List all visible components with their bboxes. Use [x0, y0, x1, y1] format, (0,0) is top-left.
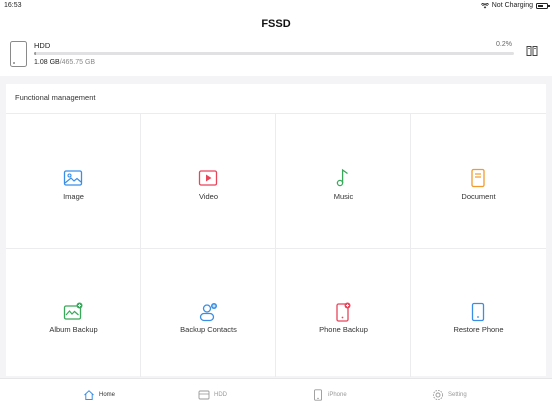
drive-used: 1.08 GB	[34, 59, 60, 66]
hdd-icon	[198, 390, 210, 400]
tab-label: Setting	[448, 392, 467, 398]
drive-total: /465.75 GB	[59, 59, 96, 66]
drive-panel[interactable]: HDD 0.2% 1.08 GB/465.75 GB	[0, 36, 552, 76]
status-right: Not Charging	[480, 2, 550, 9]
wifi-icon	[480, 2, 489, 8]
function-label: Video	[198, 192, 219, 201]
function-document[interactable]: Document	[411, 114, 546, 249]
backup-contacts-icon	[199, 303, 217, 322]
nav-bar: FSSD	[0, 12, 552, 36]
function-label: Music	[333, 192, 354, 201]
section-title: Functional management	[15, 93, 96, 102]
drive-size: 1.08 GB/465.75 GB	[34, 59, 95, 66]
status-time: 16:53	[4, 2, 22, 9]
charging-status: Not Charging	[491, 2, 533, 9]
gear-icon	[432, 389, 444, 401]
image-icon	[63, 170, 83, 186]
hard-drive-icon	[10, 41, 27, 67]
document-icon	[471, 168, 485, 188]
tab-hdd[interactable]: HDD	[198, 389, 227, 401]
tab-bar: Home HDD iPhone Setting	[0, 378, 552, 414]
page-title: FSSD	[261, 18, 291, 30]
tab-setting[interactable]: Setting	[432, 389, 467, 401]
phone-backup-icon	[336, 302, 351, 322]
function-label: Phone Backup	[319, 325, 368, 334]
home-icon	[84, 390, 94, 400]
function-image[interactable]: Image	[6, 114, 141, 249]
function-phone-backup[interactable]: Phone Backup	[276, 249, 411, 377]
restore-phone-icon	[471, 302, 485, 322]
function-album-backup[interactable]: Album Backup	[6, 249, 141, 377]
battery-icon	[536, 2, 550, 9]
drive-usage-percent: 0.2%	[496, 41, 512, 48]
video-icon	[198, 170, 218, 186]
music-icon	[336, 168, 348, 187]
function-label: Album Backup	[49, 325, 98, 334]
function-backup-contacts[interactable]: Backup Contacts	[141, 249, 276, 377]
function-label: Image	[63, 192, 84, 201]
tab-iphone[interactable]: iPhone	[312, 389, 347, 401]
drive-usage-bar	[34, 52, 514, 55]
functional-management-card: Functional management Image Video Music	[6, 84, 546, 377]
function-grid: Image Video Music Document Album Backup …	[6, 113, 546, 377]
function-label: Restore Phone	[453, 325, 504, 334]
function-label: Document	[461, 192, 496, 201]
album-backup-icon	[63, 302, 83, 320]
drive-name: HDD	[34, 41, 51, 50]
function-music[interactable]: Music	[276, 114, 411, 249]
status-bar: 16:53 Not Charging	[0, 0, 552, 12]
iphone-icon	[314, 389, 322, 401]
tab-label: HDD	[214, 392, 227, 398]
tab-label: iPhone	[328, 392, 347, 398]
eject-icon[interactable]	[526, 45, 538, 57]
tab-label: Home	[99, 392, 116, 398]
function-label: Backup Contacts	[180, 325, 237, 334]
tab-home[interactable]: Home	[83, 389, 115, 401]
function-video[interactable]: Video	[141, 114, 276, 249]
function-restore-phone[interactable]: Restore Phone	[411, 249, 546, 377]
